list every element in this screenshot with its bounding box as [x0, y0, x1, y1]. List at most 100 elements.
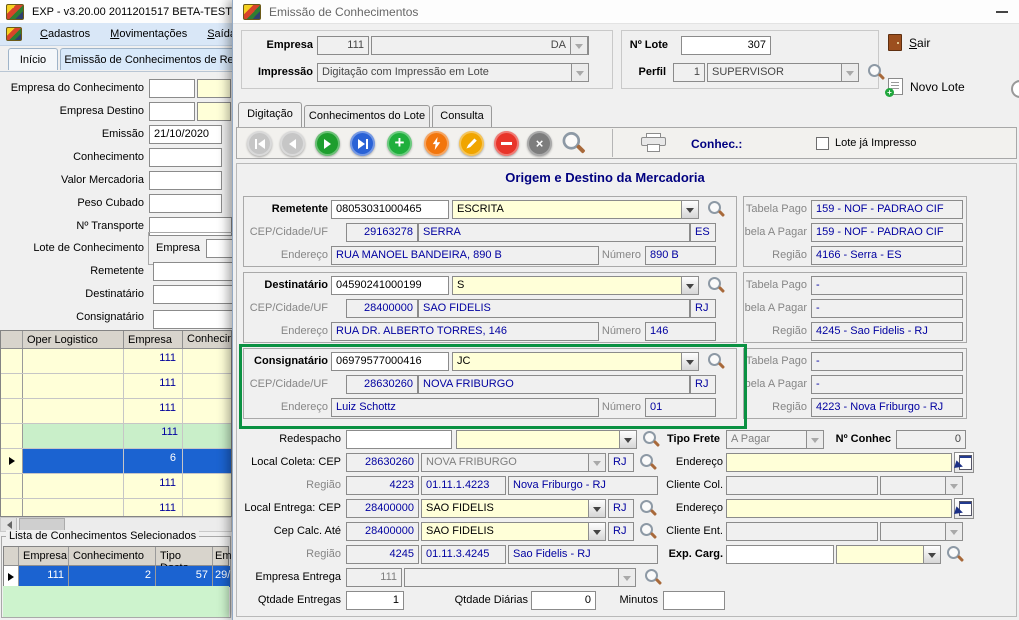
table-row-selected[interactable]: 6	[1, 449, 231, 474]
remetente-name-combo[interactable]: ESCRITA	[452, 200, 699, 219]
entrega-cidade-combo[interactable]: SAO FIDELIS	[421, 499, 606, 518]
address-picker-icon[interactable]	[954, 498, 974, 519]
search-icon[interactable]	[638, 522, 656, 541]
quick-action-button[interactable]	[424, 131, 449, 156]
entrega-endereco-input[interactable]	[726, 499, 952, 518]
sair-button[interactable]: Sair	[888, 34, 930, 51]
search-button[interactable]	[560, 131, 584, 157]
empresa-combo[interactable]: DA	[371, 36, 589, 55]
menu-movimentacoes[interactable]: Movimentações	[108, 26, 189, 42]
peso-cubado-input[interactable]	[149, 194, 222, 213]
search-icon[interactable]	[638, 499, 656, 518]
lote-ja-impresso-checkbox[interactable]	[816, 137, 829, 150]
edit-button[interactable]	[459, 131, 484, 156]
minus-icon	[501, 142, 512, 145]
add-button[interactable]: +	[387, 131, 412, 156]
nav-first-button[interactable]	[247, 131, 272, 156]
table-row[interactable]: 111	[1, 374, 231, 399]
chevron-down-icon[interactable]	[681, 276, 699, 295]
nav-previous-button[interactable]	[280, 131, 305, 156]
table-row-selected[interactable]: 111 2 57 29/	[4, 566, 228, 587]
minutos-input[interactable]	[663, 591, 725, 610]
chevron-down-icon[interactable]	[588, 499, 606, 518]
redespacho-combo[interactable]	[456, 430, 636, 449]
table-row[interactable]: 111	[1, 399, 231, 424]
lotes-grid[interactable]: Oper Logistico Empresa Conhecim 111 111 …	[0, 330, 232, 517]
n-lote-field[interactable]: 307	[681, 36, 771, 55]
search-icon[interactable]	[866, 63, 884, 82]
grid-indicator-header	[1, 331, 23, 348]
tab-conhecimentos-do-lote[interactable]: Conhecimentos do Lote	[304, 105, 430, 127]
minimize-button[interactable]	[996, 11, 1008, 13]
tab-inicio[interactable]: Início	[8, 48, 58, 70]
table-row[interactable]: 111	[1, 499, 231, 517]
window-icon	[243, 4, 261, 20]
tab-digitacao[interactable]: Digitação	[238, 102, 302, 127]
desktop: EXP - v3.20.00 2011201517 BETA-TESTE J C…	[0, 0, 1019, 620]
tab-emissao-conhecimentos[interactable]: Emissão de Conhecimentos de Re	[60, 48, 238, 70]
menu-cadastros[interactable]: Cadastros	[38, 26, 92, 42]
impressao-combo[interactable]: Digitação com Impressão em Lote	[317, 63, 589, 82]
exp-carg-input[interactable]	[726, 545, 834, 564]
remove-button[interactable]	[494, 131, 519, 156]
nav-next-button[interactable]	[315, 131, 340, 156]
emissao-input[interactable]: 21/10/2020	[149, 125, 222, 144]
remetente-doc-input[interactable]: 08053031000465	[331, 200, 449, 219]
empresa-destino-input[interactable]	[149, 102, 195, 121]
consignatario-doc-input[interactable]: 06979577000416	[331, 352, 449, 371]
search-icon[interactable]	[643, 568, 661, 587]
destinatario-name-combo[interactable]: S	[452, 276, 699, 295]
conhecimento-input[interactable]	[149, 148, 222, 167]
empresa-destino-label: Empresa Destino	[2, 102, 144, 121]
valor-mercadoria-input[interactable]	[149, 171, 222, 190]
search-icon[interactable]	[706, 200, 724, 219]
peso-cubado-label: Peso Cubado	[2, 194, 144, 213]
scroll-left-icon	[3, 521, 12, 529]
table-row[interactable]	[1, 424, 231, 449]
address-picker-icon[interactable]	[954, 452, 974, 473]
clipped-button[interactable]	[1011, 80, 1019, 98]
search-icon[interactable]	[641, 430, 659, 449]
chevron-down-icon	[841, 63, 859, 82]
redespacho-input[interactable]	[346, 430, 452, 449]
nav-last-button[interactable]	[350, 131, 375, 156]
selecionados-grid[interactable]: Empresa Conhecimento Tipo Docto Emi 111 …	[3, 546, 229, 588]
destinatario-uf-field: RJ	[690, 299, 716, 318]
search-icon[interactable]	[638, 453, 656, 472]
chevron-down-icon[interactable]	[588, 522, 606, 541]
print-button[interactable]	[641, 133, 667, 153]
empresa-entrega-combo[interactable]	[404, 568, 636, 587]
novo-lote-button[interactable]: + Novo Lote	[888, 78, 965, 95]
empresa-conhecimento-nome-input[interactable]	[197, 79, 231, 98]
remetente-cidade-field: SERRA	[418, 223, 690, 242]
empresa-conhecimento-input[interactable]	[149, 79, 195, 98]
perfil-combo[interactable]: SUPERVISOR	[707, 63, 859, 82]
row-indicator-icon	[8, 573, 14, 581]
consignatario-label: Consignatário	[245, 352, 328, 371]
search-icon[interactable]	[945, 545, 963, 564]
lote-conhecimento-label: Lote de Conhecimento	[2, 239, 144, 258]
coleta-cidade-combo[interactable]: NOVA FRIBURGO	[421, 453, 606, 472]
cep-calc-cidade-combo[interactable]: SAO FIDELIS	[421, 522, 606, 541]
destinatario-doc-input[interactable]: 04590241000199	[331, 276, 449, 295]
coleta-endereco-input[interactable]	[726, 453, 952, 472]
chevron-down-icon[interactable]	[681, 352, 699, 371]
cancel-button[interactable]: ×	[527, 131, 552, 156]
chevron-down-icon[interactable]	[619, 430, 637, 449]
qtdade-diarias-label: Qtdade Diárias	[418, 591, 528, 610]
chevron-down-icon[interactable]	[923, 545, 941, 564]
consignatario-numero-field: 01	[645, 398, 716, 417]
chevron-down-icon[interactable]	[681, 200, 699, 219]
consignatario-name-combo[interactable]: JC	[452, 352, 699, 371]
empresa-destino-nome-input[interactable]	[197, 102, 231, 121]
tab-consulta[interactable]: Consulta	[432, 105, 492, 127]
empresa-num-field: 111	[317, 36, 369, 55]
table-row[interactable]: 111	[1, 474, 231, 499]
entrega-regiao-cod-field: 4245	[346, 545, 419, 564]
qtdade-diarias-input[interactable]: 0	[531, 591, 596, 610]
table-row[interactable]: 111	[1, 349, 231, 374]
search-icon[interactable]	[706, 276, 724, 295]
qtdade-entregas-input[interactable]: 1	[346, 591, 404, 610]
search-icon[interactable]	[706, 352, 724, 371]
coleta-uf-field: RJ	[608, 453, 634, 472]
